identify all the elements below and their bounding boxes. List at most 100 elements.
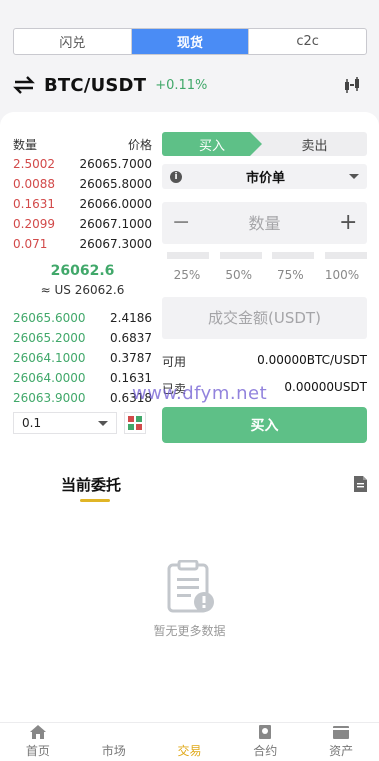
top-header: 闪兑 现货 c2c BTC/USDT +0.11% <box>0 0 379 112</box>
amount-field <box>162 297 367 339</box>
percent-75[interactable]: 75% <box>265 268 315 282</box>
tab-sell[interactable]: 卖出 <box>262 132 367 156</box>
available-value: 0.00000BTC/USDT <box>257 353 367 367</box>
buy-sell-tabs: 买入 卖出 <box>162 132 367 156</box>
amount-input[interactable] <box>174 309 355 327</box>
last-price: 26062.6 <box>50 263 115 279</box>
last-price-block: 26062.6 ≈ US 26062.6 <box>13 263 152 297</box>
pair-name[interactable]: BTC/USDT <box>44 75 146 96</box>
orderbook-asks: 数量 价格 2.5002 26065.7000 0.0088 26065.8000 … <box>13 136 152 254</box>
plus-icon[interactable]: + <box>339 212 357 234</box>
orderbook-price-header: 价格 <box>127 138 152 152</box>
orderbook-header: 数量 价格 <box>13 136 152 154</box>
order-type-select[interactable]: i 市价单 <box>162 164 367 189</box>
chevron-down-icon <box>349 174 359 179</box>
pair-change: +0.11% <box>155 77 208 93</box>
quantity-input[interactable] <box>209 213 320 233</box>
bought-balance: 已卖 0.00000USDT <box>162 380 367 397</box>
percent-bar[interactable] <box>324 252 367 259</box>
ask-row[interactable]: 0.1631 26066.0000 <box>13 194 152 214</box>
ask-amount: 2.5002 <box>13 157 55 171</box>
home-icon <box>29 725 46 739</box>
candlestick-chart-icon[interactable] <box>343 76 361 94</box>
segment-c2c[interactable]: c2c <box>249 29 366 54</box>
empty-state-text: 暂无更多数据 <box>153 624 226 638</box>
bid-amount: 2.4186 <box>110 311 152 325</box>
document-icon[interactable] <box>354 476 367 492</box>
ask-price: 26065.7000 <box>79 157 152 171</box>
ask-row[interactable]: 0.0088 26065.8000 <box>13 174 152 194</box>
bid-price: 26065.6000 <box>13 311 86 325</box>
percent-bar[interactable] <box>167 252 209 259</box>
ask-row[interactable]: 0.071 26067.3000 <box>13 234 152 254</box>
bid-row[interactable]: 26063.9000 0.6318 <box>13 388 152 408</box>
ask-price: 26067.3000 <box>79 237 152 251</box>
orderbook-bids: 26065.6000 2.4186 26065.2000 0.6837 26064.… <box>13 308 152 408</box>
percent-50[interactable]: 50% <box>214 268 264 282</box>
bought-value: 0.00000USDT <box>284 380 367 394</box>
bid-price: 26063.9000 <box>13 391 86 405</box>
contract-icon <box>259 725 272 739</box>
tab-assets[interactable]: 资产 <box>303 723 379 761</box>
precision-value: 0.1 <box>22 416 42 430</box>
bid-price: 26064.0000 <box>13 371 86 385</box>
ask-price: 26065.8000 <box>79 177 152 191</box>
pair-header: BTC/USDT +0.11% <box>13 72 367 98</box>
trade-panel: 数量 价格 2.5002 26065.7000 0.0088 26065.8000 … <box>0 112 379 722</box>
ask-amount: 0.1631 <box>13 197 55 211</box>
trade-icon <box>181 725 197 739</box>
current-orders-title[interactable]: 当前委托 <box>61 474 121 495</box>
bought-label: 已卖 <box>162 382 187 396</box>
segment-flash-swap[interactable]: 闪兑 <box>14 29 132 54</box>
bid-amount: 0.6318 <box>110 391 152 405</box>
bid-row[interactable]: 26064.1000 0.3787 <box>13 348 152 368</box>
percent-labels: 25% 50% 75% 100% <box>162 268 367 282</box>
percent-100[interactable]: 100% <box>317 268 367 282</box>
precision-select[interactable]: 0.1 <box>13 412 117 434</box>
tab-home-label: 首页 <box>25 744 50 758</box>
ask-price: 26067.1000 <box>79 217 152 231</box>
tab-trade[interactable]: 交易 <box>152 723 228 761</box>
ask-price: 26066.0000 <box>79 197 152 211</box>
bid-row[interactable]: 26064.0000 0.1631 <box>13 368 152 388</box>
tab-trade-label: 交易 <box>177 744 202 758</box>
info-icon[interactable]: i <box>170 170 182 183</box>
buy-button[interactable]: 买入 <box>162 407 367 443</box>
percent-bar[interactable] <box>272 252 315 259</box>
ask-amount: 0.071 <box>13 237 48 251</box>
bid-price: 26065.2000 <box>13 331 86 345</box>
percent-slider[interactable] <box>167 252 367 259</box>
swap-icon[interactable] <box>13 76 35 94</box>
tab-home[interactable]: 首页 <box>0 723 76 761</box>
empty-clipboard-icon <box>167 560 214 613</box>
bid-row[interactable]: 26065.6000 2.4186 <box>13 308 152 328</box>
tab-contract-label: 合约 <box>253 744 278 758</box>
ask-row[interactable]: 2.5002 26065.7000 <box>13 154 152 174</box>
percent-bar[interactable] <box>219 252 262 259</box>
available-label: 可用 <box>162 355 187 369</box>
order-type-label: 市价单 <box>245 171 285 186</box>
bid-amount: 0.1631 <box>110 371 152 385</box>
orderbook-qty-header: 数量 <box>13 138 38 152</box>
bid-row[interactable]: 26065.2000 0.6837 <box>13 328 152 348</box>
tab-buy[interactable]: 买入 <box>162 132 262 156</box>
market-icon <box>106 725 122 739</box>
ask-amount: 0.2099 <box>13 217 55 231</box>
bid-amount: 0.3787 <box>110 351 152 365</box>
segment-spot[interactable]: 现货 <box>131 29 250 54</box>
quantity-stepper: − + <box>162 202 367 244</box>
tab-contract[interactable]: 合约 <box>227 723 303 761</box>
bid-amount: 0.6837 <box>110 331 152 345</box>
bid-price: 26064.1000 <box>13 351 86 365</box>
ask-row[interactable]: 0.2099 26067.1000 <box>13 214 152 234</box>
wallet-icon <box>333 726 350 739</box>
percent-25[interactable]: 25% <box>162 268 212 282</box>
trade-mode-switch: 闪兑 现货 c2c <box>13 28 367 55</box>
ask-amount: 0.0088 <box>13 177 55 191</box>
bottom-tab-bar: 首页 市场 交易 合约 资产 <box>0 722 379 761</box>
depth-mode-icon[interactable] <box>124 412 146 434</box>
tab-market[interactable]: 市场 <box>76 723 152 761</box>
minus-icon[interactable]: − <box>172 212 190 234</box>
last-price-usd: ≈ US 26062.6 <box>40 283 125 297</box>
tab-assets-label: 资产 <box>329 744 354 758</box>
